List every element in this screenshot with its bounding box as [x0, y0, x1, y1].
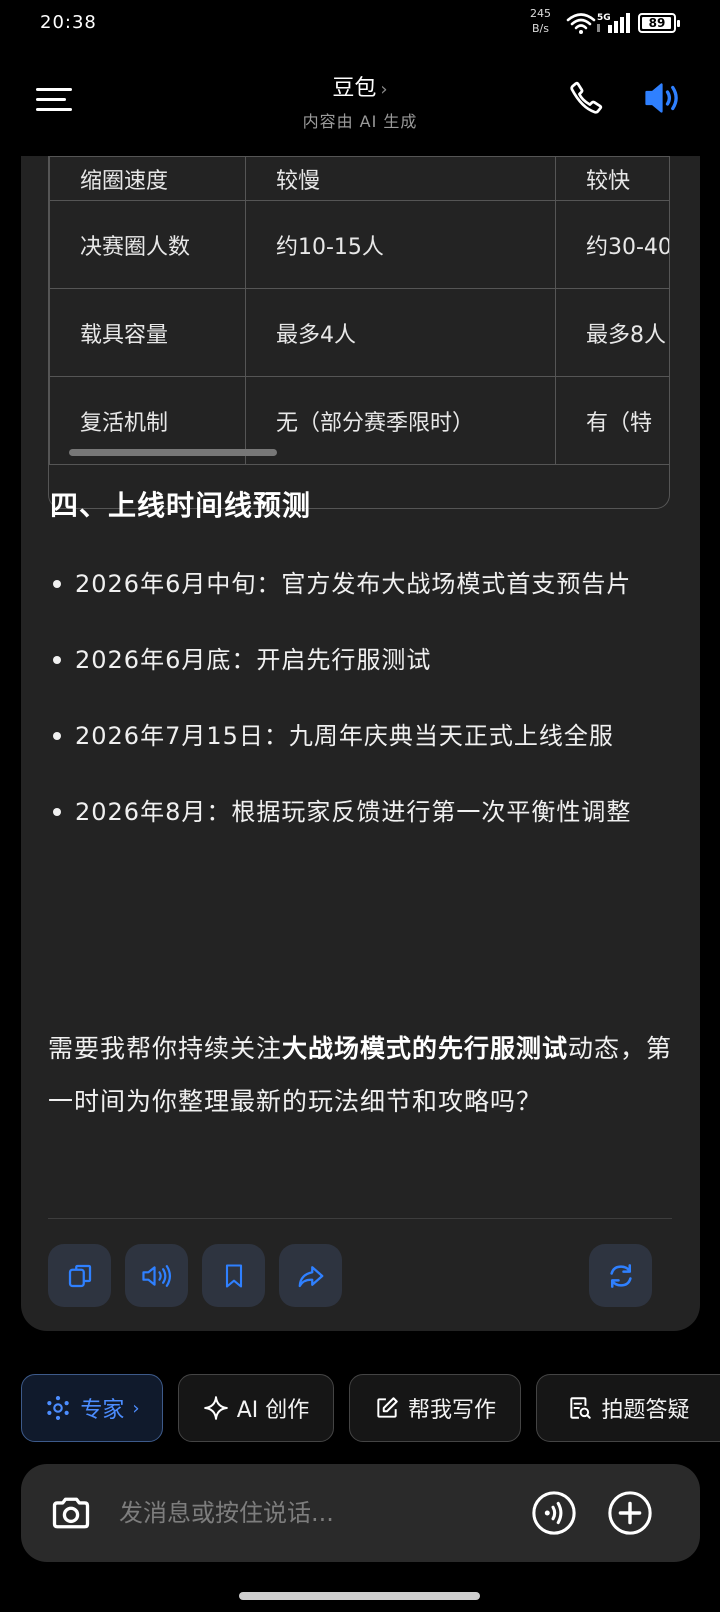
list-item: 2026年8月：根据玩家反馈进行第一次平衡性调整 — [50, 786, 672, 838]
list-item: 2026年6月底：开启先行服测试 — [50, 634, 672, 686]
net-speed-value: 245 — [530, 7, 551, 20]
sparkle-icon — [203, 1396, 228, 1420]
share-icon — [298, 1265, 323, 1287]
bot-name: 豆包 — [332, 76, 377, 101]
status-bar: 20:38 245 B/s 5G 89 — [0, 0, 720, 48]
battery-level: 89 — [648, 16, 666, 30]
table-row: 决赛圈人数 约10-15人 约30-40人 — [49, 200, 669, 289]
table-cell: 较慢 — [245, 156, 556, 201]
table-row: 缩圈速度 较慢 较快 — [49, 156, 669, 201]
chat-header: 豆包 › 内容由 AI 生成 — [0, 48, 720, 156]
divider — [48, 1218, 672, 1219]
chip-label: 专家 — [80, 1398, 125, 1423]
list-item: 2026年6月中旬：官方发布大战场模式首支预告片 — [50, 558, 672, 610]
chip-label: AI 创作 — [236, 1398, 310, 1423]
section-heading: 四、上线时间线预测 — [50, 489, 312, 522]
camera-icon[interactable] — [49, 1491, 93, 1535]
home-indicator[interactable] — [239, 1592, 480, 1600]
bookmark-icon — [225, 1263, 242, 1288]
table-horizontal-scrollbar[interactable] — [69, 449, 277, 456]
follow-up-bold: 大战场模式的先行服测试 — [282, 1034, 569, 1063]
copy-button[interactable] — [48, 1244, 111, 1307]
phone-icon[interactable] — [568, 80, 604, 116]
copy-icon — [68, 1264, 91, 1287]
table-cell: 决赛圈人数 — [49, 200, 246, 289]
net-speed-unit: B/s — [532, 22, 549, 35]
ai-generated-notice: 内容由 AI 生成 — [302, 112, 418, 131]
expert-icon — [47, 1395, 70, 1421]
chip-ai-create[interactable]: AI 创作 — [178, 1374, 334, 1442]
table-cell: 较快 — [555, 156, 669, 201]
list-item: 2026年7月15日：九周年庆典当天正式上线全服 — [50, 710, 672, 762]
network-type: 5G — [597, 13, 611, 23]
bot-title[interactable]: 豆包 › — [0, 70, 720, 102]
plus-icon[interactable] — [607, 1490, 653, 1536]
table-cell: 有（特 — [555, 376, 669, 465]
chip-expert[interactable]: 专家 › — [21, 1374, 163, 1442]
bookmark-button[interactable] — [202, 1244, 265, 1307]
table-cell: 缩圈速度 — [49, 156, 246, 201]
read-aloud-icon — [141, 1264, 171, 1287]
signal-icon: 5G — [597, 13, 630, 33]
battery-icon: 89 — [638, 13, 680, 33]
status-time: 20:38 — [40, 12, 97, 33]
table-row: 载具容量 最多4人 最多8人 — [49, 288, 669, 377]
chip-photo-question[interactable]: 拍题答疑 — [536, 1374, 720, 1442]
message-input-bar — [21, 1464, 700, 1562]
share-button[interactable] — [279, 1244, 342, 1307]
comparison-table[interactable]: 缩圈速度 较慢 较快 决赛圈人数 约10-15人 约30-40人 载具容量 最多… — [48, 156, 670, 509]
message-input[interactable] — [119, 1488, 509, 1538]
assistant-message-card: 缩圈速度 较慢 较快 决赛圈人数 约10-15人 约30-40人 载具容量 最多… — [21, 100, 700, 1331]
quick-action-chips: 专家 › AI 创作 帮我写作 拍题答疑 — [0, 1374, 720, 1444]
follow-up-question: 需要我帮你持续关注大战场模式的先行服测试动态，第一时间为你整理最新的玩法细节和攻… — [48, 1022, 678, 1128]
chevron-right-icon: › — [132, 1397, 140, 1419]
net-speed: 245 B/s — [530, 6, 551, 36]
chip-label: 拍题答疑 — [601, 1398, 690, 1423]
table-cell: 无（部分赛季限时） — [245, 376, 556, 465]
table-cell: 最多4人 — [245, 288, 556, 377]
table-cell: 载具容量 — [49, 288, 246, 377]
doc-search-icon — [570, 1397, 592, 1419]
regenerate-button[interactable] — [589, 1244, 652, 1307]
follow-up-text-start: 需要我帮你持续关注 — [48, 1034, 283, 1063]
regenerate-icon — [609, 1263, 632, 1288]
read-aloud-button[interactable] — [125, 1244, 188, 1307]
timeline-list: 2026年6月中旬：官方发布大战场模式首支预告片 2026年6月底：开启先行服测… — [50, 558, 672, 862]
chip-writing[interactable]: 帮我写作 — [349, 1374, 521, 1442]
chevron-right-icon: › — [380, 79, 388, 100]
voice-call-icon[interactable] — [531, 1490, 577, 1536]
speaker-icon[interactable] — [643, 80, 683, 116]
table-cell: 约30-40人 — [555, 200, 669, 289]
table-cell: 最多8人 — [555, 288, 669, 377]
wifi-icon — [566, 13, 596, 34]
chip-label: 帮我写作 — [407, 1398, 496, 1423]
table-cell: 约10-15人 — [245, 200, 556, 289]
edit-icon — [377, 1397, 398, 1418]
